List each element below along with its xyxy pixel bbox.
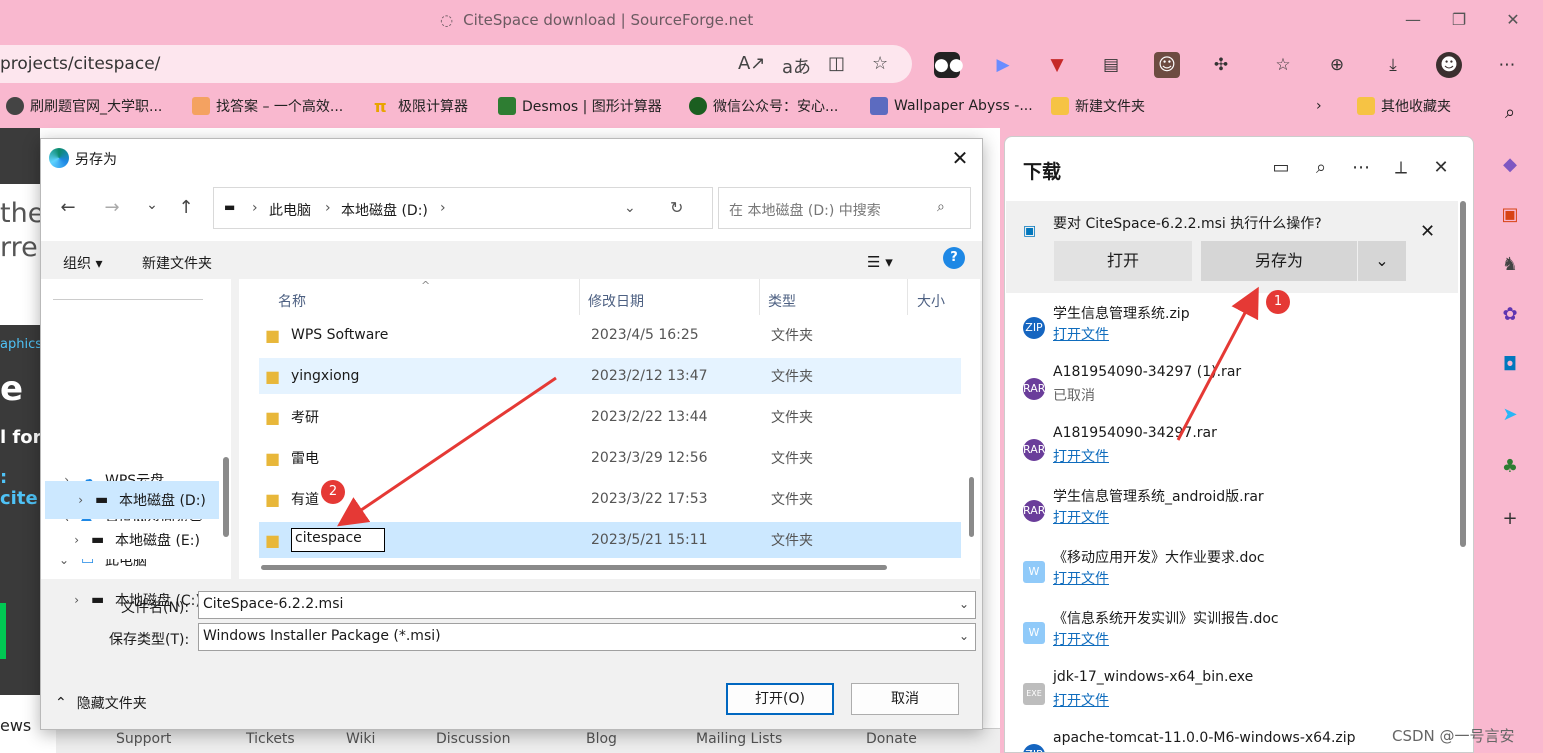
arrow-to-folder	[337, 376, 557, 527]
annotation-arrows	[337, 286, 1259, 527]
step-badge-1: 1	[1266, 290, 1290, 314]
watermark: CSDN @一号言安	[1392, 727, 1515, 745]
step-badge-2: 2	[321, 480, 345, 504]
arrow-to-save-as	[1176, 286, 1259, 441]
